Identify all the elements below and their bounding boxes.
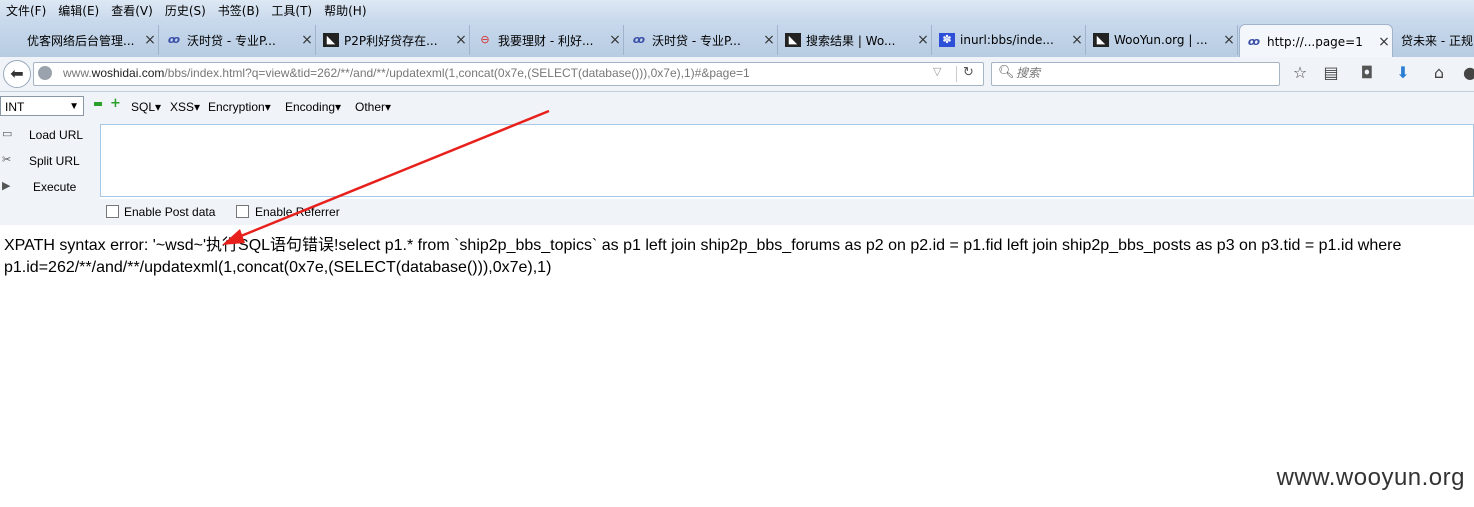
- baidu-paw-icon: ✽: [939, 33, 955, 47]
- menu-bar: 文件(F) 编辑(E) 查看(V) 历史(S) 书签(B) 工具(T) 帮助(H…: [0, 0, 1474, 21]
- close-icon[interactable]: ×: [1376, 34, 1392, 50]
- chat-icon[interactable]: ●: [1460, 63, 1474, 82]
- other-menu[interactable]: Other▾: [355, 100, 391, 114]
- chevron-down-icon: ▼: [69, 101, 79, 112]
- site-logo-icon: ꝏ: [632, 33, 646, 46]
- scissors-icon: ✂: [2, 154, 12, 166]
- error-line-1: XPATH syntax error: '~wsd~'执行SQL语句错误!sel…: [4, 237, 1402, 254]
- globe-icon: [38, 66, 52, 80]
- divider: [956, 66, 957, 82]
- tab-label: inurl:bbs/inde...: [960, 33, 1054, 47]
- tab-9[interactable]: 贷未来 - 正规: [1393, 25, 1474, 55]
- close-icon[interactable]: ×: [915, 32, 931, 48]
- menu-view[interactable]: 查看(V): [105, 2, 159, 19]
- tab-7[interactable]: ◣ WooYun.org | ... ×: [1087, 25, 1238, 55]
- page-icon: [6, 33, 22, 47]
- close-icon[interactable]: ×: [299, 32, 315, 48]
- load-url-button[interactable]: ▭ Load URL: [0, 124, 100, 146]
- post-data-label: Enable Post data: [124, 205, 216, 219]
- download-icon[interactable]: ⬇: [1393, 63, 1413, 82]
- minus-icon[interactable]: [94, 102, 102, 106]
- close-icon[interactable]: ×: [607, 32, 623, 48]
- nav-bar: ⬅ www.woshidai.com/bbs/index.html?q=view…: [0, 57, 1474, 92]
- split-url-button[interactable]: ✂ Split URL: [0, 150, 100, 172]
- tab-3[interactable]: ⊖ 我要理财 - 利好... ×: [471, 25, 624, 55]
- play-icon: ▶: [2, 180, 11, 192]
- reload-icon[interactable]: ↻: [963, 65, 974, 80]
- encryption-menu[interactable]: Encryption▾: [208, 100, 271, 114]
- red-logo-icon: ⊖: [480, 33, 490, 46]
- referrer-checkbox[interactable]: [236, 205, 249, 218]
- referrer-label: Enable Referrer: [255, 205, 340, 219]
- tab-5[interactable]: ◣ 搜索结果 | Wo... ×: [779, 25, 932, 55]
- tab-label: 我要理财 - 利好...: [498, 33, 594, 48]
- menu-edit[interactable]: 编辑(E): [52, 2, 105, 19]
- home-icon[interactable]: ⌂: [1429, 63, 1449, 82]
- back-button[interactable]: ⬅: [3, 60, 31, 88]
- tab-label: 沃时贷 - 专业P...: [652, 33, 741, 48]
- type-select-value: INT: [5, 100, 25, 114]
- watermark: www.wooyun.org: [1276, 464, 1465, 491]
- wooyun-icon: ◣: [785, 33, 801, 47]
- wooyun-icon: ◣: [323, 33, 339, 47]
- tab-0[interactable]: 优客网络后台管理... ×: [0, 25, 159, 55]
- tab-1[interactable]: ꝏ 沃时贷 - 专业P... ×: [160, 25, 316, 55]
- tab-label: 沃时贷 - 专业P...: [187, 33, 276, 48]
- menu-help[interactable]: 帮助(H): [318, 2, 372, 19]
- hackbar-toolbar: INT ▼ + SQL▾ XSS▾ Encryption▾ Encoding▾ …: [0, 92, 1474, 124]
- xss-menu[interactable]: XSS▾: [170, 100, 200, 114]
- execute-button[interactable]: ▶ Execute: [0, 176, 100, 198]
- menu-history[interactable]: 历史(S): [159, 2, 212, 19]
- menu-bookmarks[interactable]: 书签(B): [212, 2, 266, 19]
- close-icon[interactable]: ×: [1069, 32, 1085, 48]
- search-box[interactable]: 🔍︎: [991, 62, 1280, 86]
- url-text: www.woshidai.com/bbs/index.html?q=view&t…: [63, 66, 750, 80]
- tab-6[interactable]: ✽ inurl:bbs/inde... ×: [933, 25, 1086, 55]
- sql-menu[interactable]: SQL▾: [131, 100, 161, 114]
- tab-active[interactable]: ꝏ http://...page=1 ×: [1239, 24, 1393, 58]
- tab-label: 优客网络后台管理...: [27, 33, 135, 48]
- tab-label: 搜索结果 | Wo...: [806, 33, 896, 48]
- star-icon[interactable]: ☆: [1290, 63, 1310, 82]
- wooyun-icon: ◣: [1093, 33, 1109, 47]
- error-output: XPATH syntax error: '~wsd~'执行SQL语句错误!sel…: [4, 235, 1474, 279]
- tab-strip: 优客网络后台管理... × ꝏ 沃时贷 - 专业P... × ◣ P2P利好贷存…: [0, 21, 1474, 58]
- search-input[interactable]: [1016, 65, 1266, 81]
- pocket-icon[interactable]: ◘: [1357, 63, 1377, 82]
- encoding-menu[interactable]: Encoding▾: [285, 100, 341, 114]
- search-icon: 🔍︎: [998, 65, 1015, 80]
- address-bar[interactable]: www.woshidai.com/bbs/index.html?q=view&t…: [33, 62, 984, 86]
- hackbar-options: Enable Post data Enable Referrer: [0, 199, 1474, 225]
- close-icon[interactable]: ×: [1221, 32, 1237, 48]
- tab-label: 贷未来 - 正规: [1401, 33, 1473, 48]
- menu-tools[interactable]: 工具(T): [265, 2, 318, 19]
- close-icon[interactable]: ×: [761, 32, 777, 48]
- plus-icon[interactable]: +: [110, 97, 121, 110]
- close-icon[interactable]: ×: [142, 32, 158, 48]
- chevron-down-icon[interactable]: ▽: [933, 65, 941, 78]
- site-logo-icon: ꝏ: [1247, 34, 1261, 48]
- tab-label: P2P利好贷存在...: [344, 33, 438, 48]
- tab-label: http://...page=1: [1267, 34, 1363, 49]
- menu-file[interactable]: 文件(F): [0, 2, 52, 19]
- hackbar-actions: ▭ Load URL ✂ Split URL ▶ Execute: [0, 124, 100, 199]
- site-logo-icon: ꝏ: [167, 33, 181, 46]
- tab-label: WooYun.org | ...: [1114, 33, 1208, 47]
- tab-4[interactable]: ꝏ 沃时贷 - 专业P... ×: [625, 25, 778, 55]
- type-select[interactable]: INT ▼: [0, 96, 84, 116]
- arrow-left-icon: ⬅: [10, 64, 24, 83]
- error-line-2: p1.id=262/**/and/**/updatexml(1,concat(0…: [4, 259, 552, 276]
- post-data-checkbox[interactable]: [106, 205, 119, 218]
- tab-2[interactable]: ◣ P2P利好贷存在... ×: [317, 25, 470, 55]
- reading-list-icon[interactable]: ▤: [1321, 63, 1341, 82]
- url-textarea[interactable]: [100, 124, 1474, 197]
- close-icon[interactable]: ×: [453, 32, 469, 48]
- load-icon: ▭: [2, 128, 13, 140]
